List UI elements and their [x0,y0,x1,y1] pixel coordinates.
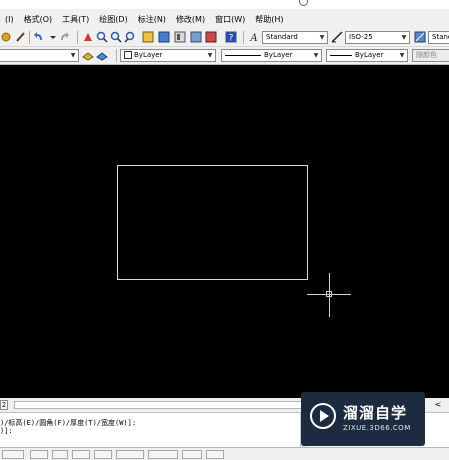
linetype-value: ByLayer [264,51,293,59]
text-style-value: Standard [266,33,298,41]
plotstyle-dropdown[interactable]: 随颜色 [412,49,449,62]
table-style-dropdown[interactable]: Stand [428,31,449,44]
chevron-down-icon: ▼ [207,52,213,59]
layer-make-current-icon[interactable] [82,49,94,61]
redo-icon[interactable] [58,31,70,43]
svg-text:?: ? [229,34,234,44]
status-snap-toggle[interactable] [2,450,24,459]
status-grid-toggle[interactable] [30,450,48,459]
menu-item-dimension[interactable]: 标注(N) [133,14,171,25]
linetype-dropdown[interactable]: ByLayer ▼ [221,49,322,62]
color-dropdown[interactable]: ByLayer ▼ [120,49,216,62]
status-osnap-toggle[interactable] [94,450,112,459]
plotstyle-value: 随颜色 [416,51,437,59]
menu-item-tools[interactable]: 工具(T) [57,14,94,25]
text-style-icon: A [248,31,260,44]
dim-style-icon [331,31,343,43]
watermark-title: 溜溜自学 [343,404,408,422]
menu-item-draw[interactable]: 绘图(D) [94,14,132,25]
standard-toolbar: ? A Standard ▼ ISO-25 ▼ Stand [0,29,449,47]
title-bar-strip [0,0,449,9]
drawing-canvas[interactable] [0,65,449,398]
status-lwt-toggle[interactable] [182,450,202,459]
status-ortho-toggle[interactable] [52,450,68,459]
layer-previous-icon[interactable] [96,49,108,61]
text-style-dropdown[interactable]: Standard ▼ [262,31,328,44]
properties-toolbar: ▼ ByLayer ▼ ByLayer ▼ ByLayer ▼ 随颜色 [0,47,449,65]
chevron-down-icon: ▼ [399,52,405,59]
zoom-window-icon[interactable] [110,31,122,43]
menu-item-format[interactable]: 格式(O) [19,14,58,25]
status-bar [0,447,449,460]
scroll-left-button[interactable]: < [431,399,445,411]
matchprop-brush-icon[interactable] [15,31,27,43]
lineweight-dropdown[interactable]: ByLayer ▼ [326,49,408,62]
menu-item-window[interactable]: 窗口(W) [210,14,250,25]
chevron-down-icon: ▼ [70,52,76,59]
design-center-icon[interactable] [158,31,170,43]
zoom-realtime-icon[interactable] [96,31,108,43]
status-model-toggle[interactable] [206,450,224,459]
table-style-value: Stand [432,33,449,41]
pan-icon[interactable] [82,31,94,43]
watermark-logo: 溜溜自学 ZIXUE.3D66.COM [301,392,425,446]
menu-bar: (I) 格式(O) 工具(T) 绘图(D) 标注(N) 修改(M) 窗口(W) … [0,9,449,30]
menu-item-insert[interactable]: (I) [0,15,19,24]
properties-icon[interactable] [142,31,154,43]
title-bar-circle-icon [299,0,308,6]
play-icon [310,403,336,429]
markup-icon[interactable] [205,31,217,43]
sheet-set-icon[interactable] [190,31,202,43]
menu-item-modify[interactable]: 修改(M) [171,14,210,25]
help-icon[interactable]: ? [225,31,237,44]
lineweight-sample [330,54,352,56]
chevron-down-icon: ▼ [401,34,407,41]
tool-palettes-icon[interactable] [174,31,186,43]
command-history-line: )/标高(E)/圆角(F)/厚度(T)/宽度(W)]: [0,419,137,427]
dim-style-dropdown[interactable]: ISO-25 ▼ [345,31,410,44]
crosshair-pickbox [326,291,332,297]
undo-icon[interactable] [33,31,45,43]
open-icon[interactable] [1,31,13,43]
watermark-subtitle: ZIXUE.3D66.COM [343,424,411,432]
linetype-sample [225,54,261,56]
layout-tab[interactable]: 2 [0,400,8,410]
color-swatch [124,51,132,59]
table-style-icon [414,31,426,43]
status-dyn-toggle[interactable] [148,450,178,459]
zoom-previous-icon[interactable] [124,31,136,43]
status-otrack-toggle[interactable] [116,450,144,459]
layer-dropdown[interactable]: ▼ [0,49,79,62]
chevron-down-icon: ▼ [313,52,319,59]
dim-style-value: ISO-25 [349,33,373,41]
drawn-rectangle[interactable] [117,165,308,280]
svg-text:A: A [249,33,257,43]
chevron-down-icon: ▼ [319,34,325,41]
lineweight-value: ByLayer [355,51,384,59]
menu-item-help[interactable]: 帮助(H) [250,14,288,25]
color-value: ByLayer [134,51,163,59]
command-prompt-line: )]: [0,427,13,435]
status-polar-toggle[interactable] [72,450,90,459]
